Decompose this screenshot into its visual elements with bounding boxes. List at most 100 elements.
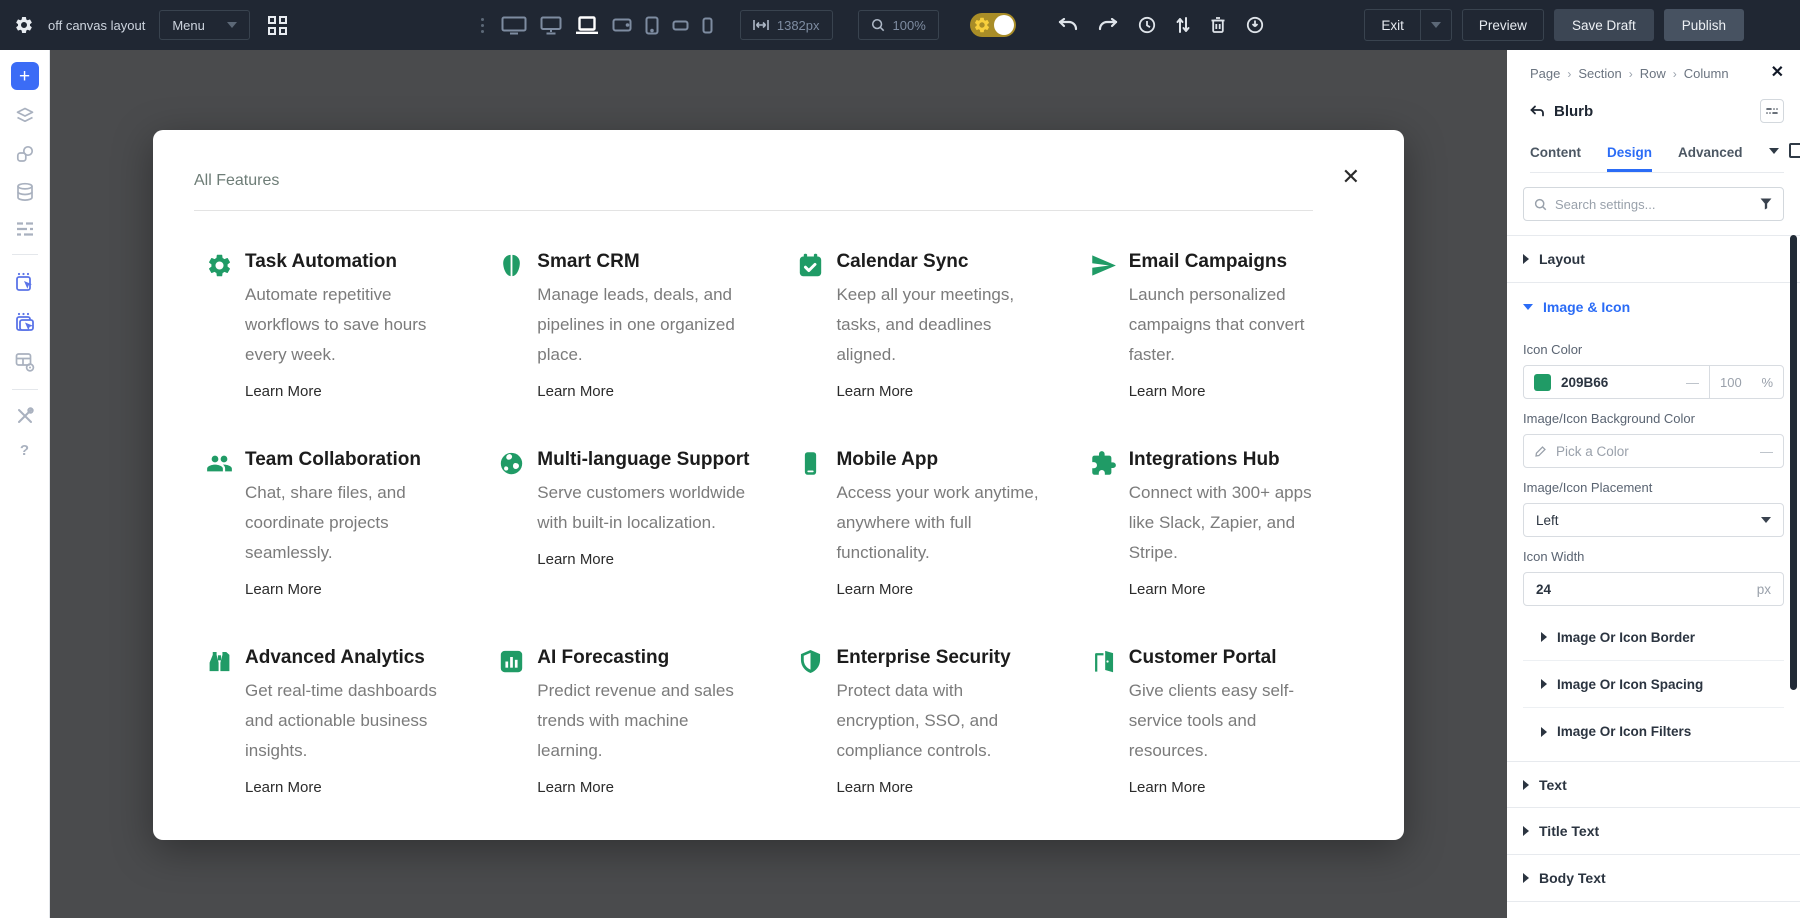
help-icon[interactable]: ? [20, 442, 29, 459]
accordion-layout[interactable]: Layout [1507, 236, 1800, 283]
bg-color-field[interactable]: Pick a Color — [1523, 434, 1784, 468]
chevron-down-icon [1761, 517, 1771, 523]
opacity-value[interactable]: 100 [1720, 375, 1755, 390]
breadcrumb-item-page[interactable]: Page [1530, 66, 1560, 81]
device-laptop-icon[interactable] [573, 14, 601, 37]
device-desktop-icon[interactable] [538, 14, 564, 37]
learn-more-link[interactable]: Learn More [1129, 383, 1206, 400]
device-desktop-wide-icon[interactable] [499, 14, 529, 37]
insert-section-icon[interactable] [12, 309, 38, 335]
learn-more-link[interactable]: Learn More [245, 383, 322, 400]
brain-icon [498, 252, 525, 279]
features-grid: Task Automation Automate repetitive work… [153, 211, 1404, 797]
learn-more-link[interactable]: Learn More [537, 551, 614, 568]
insert-module-icon[interactable] [12, 269, 38, 295]
icon-color-field[interactable]: 209B66 — 100 % [1523, 365, 1784, 399]
exit-dropdown-button[interactable] [1420, 10, 1451, 40]
accordion-image-icon-border[interactable]: Image Or Icon Border [1523, 614, 1784, 661]
tab-design[interactable]: Design [1607, 139, 1652, 172]
learn-more-link[interactable]: Learn More [836, 779, 913, 796]
top-toolbar: off canvas layout Menu 1382px 100% [0, 0, 1800, 50]
drag-handle-icon[interactable] [481, 18, 484, 33]
design-presets-icon[interactable] [13, 142, 37, 166]
exit-button[interactable]: Exit [1365, 10, 1420, 40]
device-tablet-landscape-icon[interactable] [610, 16, 634, 34]
device-tablet-icon[interactable] [643, 14, 661, 37]
publish-button[interactable]: Publish [1664, 9, 1744, 41]
accordion-body-text[interactable]: Body Text [1507, 855, 1800, 902]
table-settings-icon[interactable] [12, 349, 38, 375]
filter-funnel-icon[interactable] [1759, 197, 1773, 211]
learn-more-link[interactable]: Learn More [245, 581, 322, 598]
accordion-title-text[interactable]: Title Text [1507, 808, 1800, 855]
preview-box-icon[interactable] [1789, 143, 1800, 158]
save-draft-button[interactable]: Save Draft [1554, 9, 1654, 41]
feature-title: Advanced Analytics [245, 647, 450, 669]
undo-icon[interactable] [1055, 15, 1081, 35]
learn-more-link[interactable]: Learn More [1129, 581, 1206, 598]
placement-value: Left [1536, 513, 1761, 528]
zoom-value: 100% [893, 18, 926, 33]
placement-select[interactable]: Left [1523, 503, 1784, 537]
menu-dropdown[interactable]: Menu [159, 10, 250, 40]
chevron-right-icon [1541, 727, 1547, 737]
portability-icon[interactable] [1243, 13, 1267, 37]
learn-more-link[interactable]: Learn More [537, 383, 614, 400]
chevron-right-icon [1523, 254, 1529, 264]
database-icon[interactable] [13, 180, 37, 204]
icon-width-field[interactable]: 24 px [1523, 572, 1784, 606]
breadcrumb-item-section[interactable]: Section [1578, 66, 1621, 81]
preview-button[interactable]: Preview [1463, 10, 1543, 40]
accordion-image-icon[interactable]: Image & Icon [1507, 283, 1800, 330]
builder-mode-toggle[interactable] [970, 13, 1016, 37]
builder-settings-gear-icon[interactable] [14, 15, 34, 35]
tools-icon[interactable] [13, 404, 37, 428]
eyedropper-icon [1534, 445, 1547, 458]
reset-dash[interactable]: — [1686, 375, 1699, 390]
exit-split-button: Exit [1364, 9, 1452, 41]
close-icon[interactable]: ✕ [1771, 62, 1784, 82]
toggle-gear-icon [973, 16, 991, 34]
list-settings-icon[interactable] [13, 218, 37, 240]
feature-card: Email Campaigns Launch personalized camp… [1090, 251, 1334, 401]
learn-more-link[interactable]: Learn More [836, 581, 913, 598]
layout-grid-icon[interactable] [264, 12, 291, 39]
reset-dash[interactable]: — [1760, 444, 1773, 459]
zoom-input[interactable]: 100% [858, 10, 939, 40]
search-input[interactable] [1555, 197, 1751, 212]
color-swatch[interactable] [1534, 374, 1551, 391]
history-icon[interactable] [1135, 13, 1159, 37]
feature-card: AI Forecasting Predict revenue and sales… [498, 647, 749, 797]
learn-more-link[interactable]: Learn More [1129, 779, 1206, 796]
chevron-down-icon[interactable] [1769, 148, 1779, 154]
feature-description: Automate repetitive workflows to save ho… [245, 280, 450, 370]
breadcrumb-item-column[interactable]: Column [1684, 66, 1729, 81]
calendar-check-icon [797, 252, 824, 279]
accordion-text[interactable]: Text [1507, 761, 1800, 808]
feature-title: Integrations Hub [1129, 449, 1334, 471]
trash-icon[interactable] [1207, 13, 1229, 37]
feature-description: Predict revenue and sales trends with ma… [537, 676, 749, 766]
tab-content[interactable]: Content [1530, 139, 1581, 172]
accordion-image-icon-spacing[interactable]: Image Or Icon Spacing [1523, 661, 1784, 708]
device-phone-icon[interactable] [700, 15, 715, 36]
learn-more-link[interactable]: Learn More [836, 383, 913, 400]
back-arrow-icon[interactable] [1530, 105, 1544, 117]
sort-icon[interactable] [1173, 13, 1193, 37]
tab-advanced[interactable]: Advanced [1678, 139, 1743, 172]
plus-icon[interactable]: + [11, 62, 39, 90]
responsive-width-input[interactable]: 1382px [740, 10, 833, 40]
learn-more-link[interactable]: Learn More [245, 779, 322, 796]
feature-description: Get real-time dashboards and actionable … [245, 676, 450, 766]
modal-title: All Features [194, 172, 1363, 210]
learn-more-link[interactable]: Learn More [537, 779, 614, 796]
device-phone-landscape-icon[interactable] [670, 18, 691, 33]
panel-resize-icon[interactable] [1760, 99, 1784, 123]
panel-scrollbar[interactable] [1790, 235, 1797, 690]
accordion-image-icon-filters[interactable]: Image Or Icon Filters [1523, 708, 1784, 755]
breadcrumb-item-row[interactable]: Row [1640, 66, 1666, 81]
close-icon[interactable]: ✕ [1342, 166, 1360, 188]
color-hex-value[interactable]: 209B66 [1561, 375, 1676, 390]
layers-icon[interactable] [13, 104, 37, 128]
redo-icon[interactable] [1095, 15, 1121, 35]
